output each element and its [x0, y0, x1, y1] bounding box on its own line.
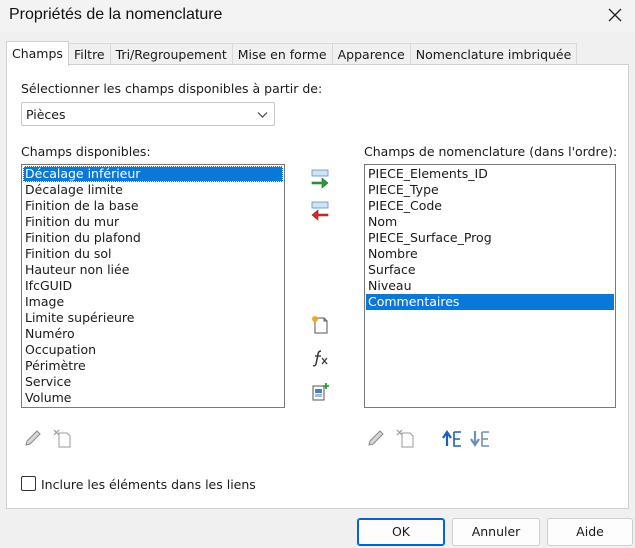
- formula-button[interactable]: [309, 347, 331, 369]
- schedule-field-item[interactable]: Niveau: [366, 278, 614, 294]
- available-fields-list[interactable]: Décalage inférieur Décalage limite Finitio…: [21, 164, 285, 408]
- available-field-item[interactable]: Volume: [23, 390, 283, 406]
- fx-icon: [312, 350, 328, 367]
- schedule-fields-label: Champs de nomenclature (dans l'ordre):: [364, 144, 618, 159]
- schedule-field-item[interactable]: Surface: [366, 262, 614, 278]
- source-selected-value: Pièces: [26, 107, 66, 122]
- available-field-item[interactable]: Service: [23, 374, 283, 390]
- schedule-field-item[interactable]: PIECE_Code: [366, 198, 614, 214]
- tab-strip: Champs Filtre Tri/Regroupement Mise en f…: [6, 41, 578, 66]
- delete-schedule-field-button[interactable]: [394, 427, 416, 449]
- delete-parameter-icon: [396, 429, 414, 448]
- schedule-field-item[interactable]: Nom: [366, 214, 614, 230]
- include-links-label: Inclure les éléments dans les liens: [41, 477, 256, 492]
- available-field-item[interactable]: Périmètre: [23, 358, 283, 374]
- schedule-field-item[interactable]: PIECE_Elements_ID: [366, 166, 614, 182]
- available-field-item[interactable]: Finition du plafond: [23, 230, 283, 246]
- delete-parameter-button[interactable]: [51, 427, 73, 449]
- available-field-item[interactable]: Numéro: [23, 326, 283, 342]
- tab-tri-regroupement[interactable]: Tri/Regroupement: [109, 43, 233, 65]
- available-field-item[interactable]: Finition du mur: [23, 214, 283, 230]
- source-category-select[interactable]: Pièces: [21, 102, 275, 126]
- help-button[interactable]: Aide: [547, 518, 633, 546]
- include-links-checkbox[interactable]: [21, 476, 36, 491]
- pencil-icon: [25, 430, 41, 446]
- tab-apparence[interactable]: Apparence: [331, 43, 411, 65]
- delete-parameter-icon: [53, 429, 71, 448]
- chevron-down-icon: [257, 112, 268, 118]
- available-field-item[interactable]: Décalage inférieur: [23, 166, 283, 182]
- available-field-item[interactable]: Hauteur non liée: [23, 262, 283, 278]
- arrow-right-green-icon: [311, 169, 329, 189]
- schedule-field-item[interactable]: PIECE_Type: [366, 182, 614, 198]
- available-field-item[interactable]: IfcGUID: [23, 278, 283, 294]
- available-field-item[interactable]: Image: [23, 294, 283, 310]
- available-field-item[interactable]: Occupation: [23, 342, 283, 358]
- new-parameter-button[interactable]: [309, 314, 331, 336]
- combine-parameters-icon: [312, 383, 329, 401]
- available-fields-label: Champs disponibles:: [21, 144, 151, 159]
- close-icon[interactable]: [601, 2, 629, 28]
- move-down-icon: [470, 431, 489, 447]
- edit-parameter-button[interactable]: [22, 427, 44, 449]
- ok-button[interactable]: OK: [357, 518, 445, 546]
- tab-nomenclature-imbriquee[interactable]: Nomenclature imbriquée: [409, 43, 578, 65]
- move-up-button[interactable]: [441, 427, 463, 449]
- arrow-left-red-icon: [311, 201, 329, 221]
- add-parameter-button[interactable]: [309, 168, 331, 190]
- edit-schedule-field-button[interactable]: [365, 427, 387, 449]
- available-field-item[interactable]: Décalage limite: [23, 182, 283, 198]
- source-label: Sélectionner les champs disponibles à pa…: [21, 81, 323, 96]
- move-down-button[interactable]: [469, 427, 491, 449]
- available-field-item[interactable]: Limite supérieure: [23, 310, 283, 326]
- tab-mise-en-forme[interactable]: Mise en forme: [231, 43, 333, 65]
- schedule-fields-list[interactable]: PIECE_Elements_ID PIECE_Type PIECE_Code Nom…: [364, 164, 616, 408]
- available-field-item[interactable]: Finition du sol: [23, 246, 283, 262]
- combine-parameters-button[interactable]: [309, 381, 331, 403]
- move-up-icon: [442, 430, 461, 447]
- schedule-field-item[interactable]: Nombre: [366, 246, 614, 262]
- remove-parameter-button[interactable]: [309, 200, 331, 222]
- pencil-icon: [368, 430, 384, 446]
- cancel-button[interactable]: Annuler: [452, 518, 540, 546]
- title-bar: Propriétés de la nomenclature: [0, 0, 635, 32]
- tab-filtre[interactable]: Filtre: [67, 43, 111, 65]
- schedule-field-item[interactable]: PIECE_Surface_Prog: [366, 230, 614, 246]
- schedule-field-item[interactable]: Commentaires: [366, 294, 614, 310]
- window-title: Propriétés de la nomenclature: [9, 6, 223, 23]
- tab-champs[interactable]: Champs: [6, 41, 69, 66]
- available-field-item[interactable]: Finition de la base: [23, 198, 283, 214]
- new-parameter-icon: [312, 316, 328, 334]
